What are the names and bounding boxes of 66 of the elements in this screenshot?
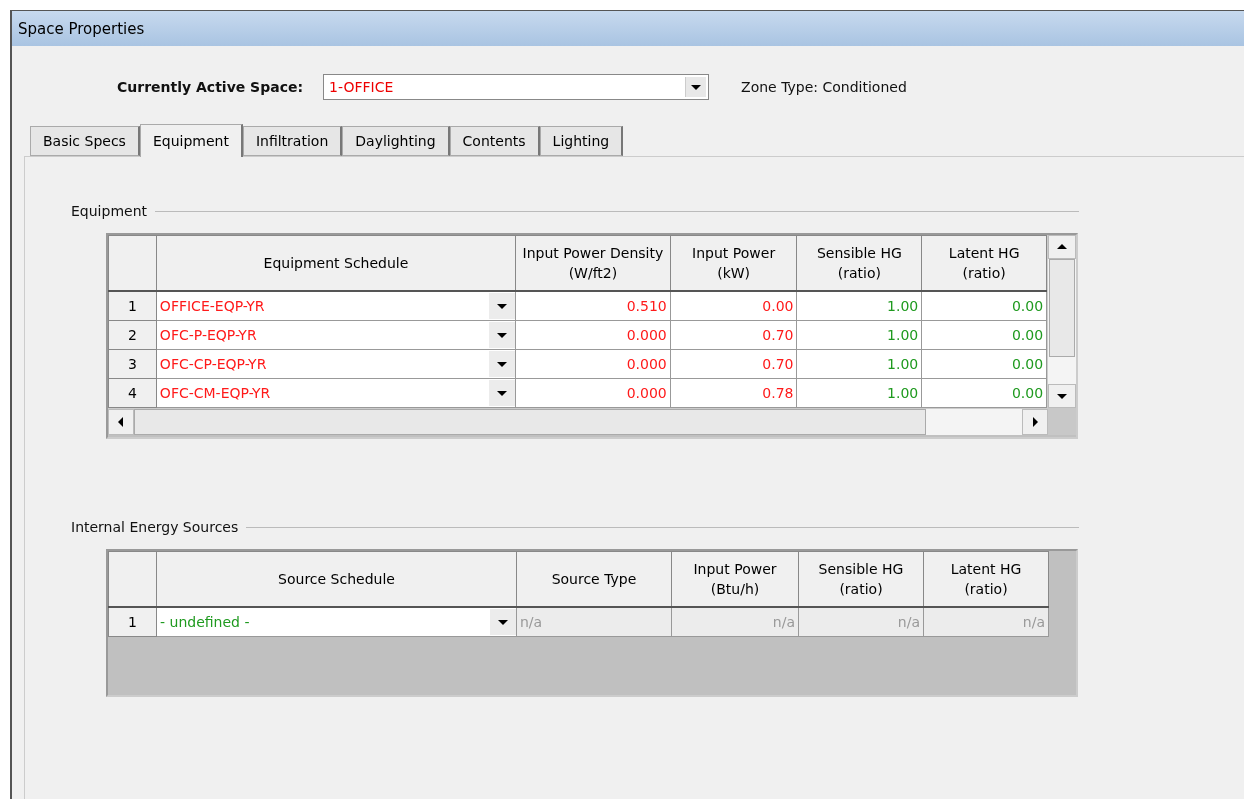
scroll-up-icon	[1057, 242, 1068, 252]
column-header: Input Power Density (W/ft2)	[515, 235, 671, 291]
column-header: Latent HG (ratio)	[921, 235, 1047, 291]
zone-type-text: Zone Type: Conditioned	[741, 79, 907, 95]
column-header: Sensible HG (ratio)	[797, 235, 922, 291]
table-cell[interactable]: 1.00	[797, 349, 922, 379]
schedule-dropdown[interactable]: - undefined -	[156, 607, 517, 637]
group-title: Equipment	[71, 203, 147, 219]
horizontal-scrollbar[interactable]	[108, 408, 1048, 435]
schedule-dropdown[interactable]: OFC-CP-EQP-YR	[156, 349, 516, 379]
column-header: Source Type	[516, 551, 672, 607]
column-header: Input Power (kW)	[670, 235, 797, 291]
table-cell[interactable]: 0.00	[921, 320, 1047, 350]
dropdown-arrow-icon	[497, 388, 508, 398]
table-cell[interactable]: 0.000	[515, 378, 671, 408]
group-title: Internal Energy Sources	[71, 519, 239, 535]
table-cell[interactable]: 0.00	[670, 291, 797, 321]
corner-header	[108, 551, 157, 607]
column-header: Source Schedule	[156, 551, 517, 607]
tab[interactable]: Daylighting	[342, 126, 450, 156]
table-cell: n/a	[923, 607, 1049, 637]
table-cell[interactable]: 0.510	[515, 291, 671, 321]
tab[interactable]: Equipment	[139, 124, 243, 157]
table-cell[interactable]: 1.00	[797, 378, 922, 408]
tab[interactable]: Infiltration	[242, 126, 343, 156]
table-cell[interactable]: 0.00	[921, 378, 1047, 408]
scroll-left-icon	[116, 417, 126, 427]
table-cell[interactable]: 0.000	[515, 320, 671, 350]
table-cell[interactable]: 0.00	[921, 291, 1047, 321]
vertical-scrollbar[interactable]	[1047, 235, 1076, 408]
table-cell: n/a	[798, 607, 924, 637]
scroll-down-icon	[1057, 391, 1068, 401]
dropdown-arrow-icon	[498, 617, 508, 627]
table-cell[interactable]: 1.00	[797, 291, 922, 321]
column-header: Sensible HG (ratio)	[798, 551, 924, 607]
window-title: Space Properties	[18, 19, 145, 38]
table-cell: n/a	[671, 607, 799, 637]
row-number: 2	[108, 320, 157, 350]
corner-header	[108, 235, 157, 291]
column-header: Equipment Schedule	[156, 235, 516, 291]
schedule-dropdown[interactable]: OFFICE-EQP-YR	[156, 291, 516, 321]
active-space-label: Currently Active Space:	[117, 79, 304, 95]
schedule-dropdown[interactable]: OFC-P-EQP-YR	[156, 320, 516, 350]
column-header: Input Power (Btu/h)	[671, 551, 799, 607]
table-cell[interactable]: 0.000	[515, 349, 671, 379]
scroll-right-icon	[1030, 417, 1040, 427]
table-cell[interactable]: 0.70	[670, 349, 797, 379]
dropdown-arrow-icon	[497, 359, 508, 369]
column-header: Latent HG (ratio)	[923, 551, 1049, 607]
schedule-dropdown[interactable]: OFC-CM-EQP-YR	[156, 378, 516, 408]
tab[interactable]: Contents	[449, 126, 540, 156]
row-number: 4	[108, 378, 157, 408]
table-cell[interactable]: 0.00	[921, 349, 1047, 379]
table-cell[interactable]: 0.78	[670, 378, 797, 408]
active-space-dropdown[interactable]: 1-OFFICE	[323, 74, 710, 100]
table-cell[interactable]: 1.00	[797, 320, 922, 350]
dropdown-arrow-icon	[691, 82, 702, 92]
row-number: 1	[108, 607, 157, 637]
row-number: 3	[108, 349, 157, 379]
dropdown-arrow-icon	[497, 330, 508, 340]
table-cell[interactable]: 0.70	[670, 320, 797, 350]
tab[interactable]: Basic Specs	[30, 126, 140, 156]
table-cell: n/a	[516, 607, 672, 637]
tab[interactable]: Lighting	[539, 126, 624, 156]
row-number: 1	[108, 291, 157, 321]
dropdown-arrow-icon	[497, 301, 508, 311]
